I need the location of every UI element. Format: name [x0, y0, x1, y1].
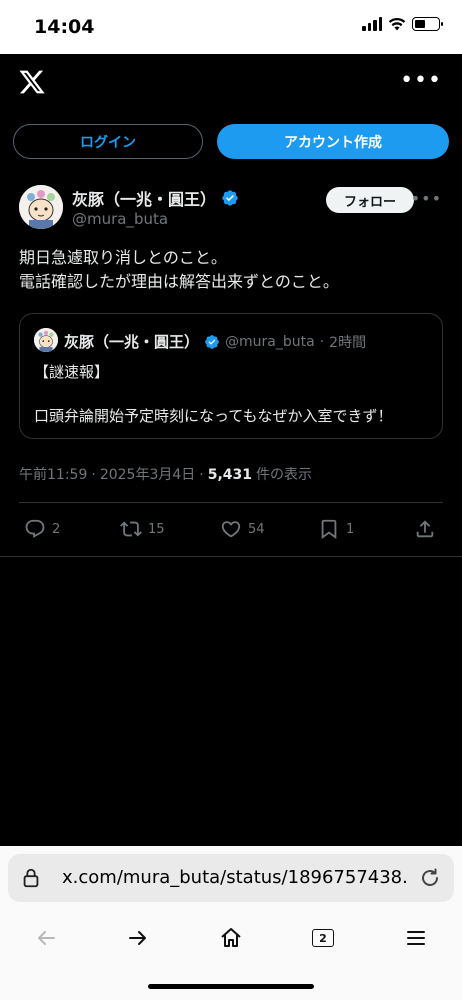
share-button[interactable] — [414, 518, 436, 540]
repost-count: 15 — [148, 521, 165, 537]
battery-level — [415, 20, 425, 28]
meta-separator: · — [91, 467, 96, 483]
reply-icon — [25, 519, 45, 538]
verified-badge-icon — [205, 334, 219, 349]
reply-count: 2 — [52, 521, 61, 537]
repost-button[interactable]: 15 — [120, 518, 165, 540]
bookmark-button[interactable]: 1 — [318, 518, 354, 540]
home-button[interactable] — [217, 924, 245, 952]
status-icons — [362, 17, 443, 31]
menu-icon — [407, 931, 425, 945]
create-account-button[interactable]: アカウント作成 — [217, 124, 449, 159]
browser-toolbar: x.com/mura_buta/status/1896757438... 2 — [0, 846, 462, 1000]
menu-button[interactable] — [402, 924, 430, 952]
bookmark-icon — [321, 519, 337, 540]
tabs-button[interactable]: 2 — [309, 924, 337, 952]
share-icon — [416, 520, 434, 538]
browser-nav: 2 — [0, 918, 462, 958]
home-icon — [221, 928, 241, 947]
tweet-date[interactable]: 2025年3月4日 — [100, 464, 195, 484]
login-button[interactable]: ログイン — [13, 124, 203, 159]
tab-count: 2 — [312, 929, 334, 947]
view-count: 5,431 — [207, 467, 253, 483]
back-button[interactable] — [32, 924, 60, 952]
tweet-time[interactable]: 午前11:59 — [19, 464, 87, 484]
quote-time: 2時間 — [329, 334, 367, 351]
quote-display-name: 灰豚（一兆・圓王） — [64, 333, 200, 351]
tweet-actions: 2 15 54 1 — [0, 510, 462, 554]
forward-button[interactable] — [124, 924, 152, 952]
quote-avatar — [34, 328, 58, 352]
quote-header: 灰豚（一兆・圓王） @mura_buta · 2時間 — [64, 331, 366, 352]
quote-separator: · — [319, 333, 325, 350]
app-header: ••• — [0, 54, 462, 110]
heart-icon — [221, 521, 241, 538]
arrow-right-icon — [129, 931, 146, 945]
follow-button[interactable]: フォロー — [326, 187, 414, 213]
auth-buttons: ログイン アカウント作成 — [13, 124, 449, 159]
x-logo-icon[interactable] — [18, 68, 46, 96]
lock-icon — [23, 868, 39, 888]
cellular-signal-icon — [362, 17, 382, 31]
bookmark-count: 1 — [346, 521, 355, 537]
status-bar: 14:04 — [0, 0, 462, 54]
like-button[interactable]: 54 — [220, 518, 265, 540]
divider — [0, 556, 462, 557]
battery-icon — [412, 17, 443, 31]
tweet-more-icon[interactable]: ••• — [411, 189, 442, 208]
meta-separator: · — [199, 467, 204, 483]
author-handle[interactable]: @mura_buta — [72, 210, 168, 228]
quote-handle: @mura_buta — [225, 333, 315, 350]
url-text[interactable]: x.com/mura_buta/status/1896757438... — [62, 867, 408, 888]
address-bar[interactable]: x.com/mura_buta/status/1896757438... — [8, 854, 454, 902]
reply-button[interactable]: 2 — [24, 518, 60, 540]
author-name-line: 灰豚（一兆・圓王） — [72, 186, 239, 210]
view-count-label: 件の表示 — [256, 467, 313, 483]
like-count: 54 — [248, 521, 265, 537]
tweet-text: 期日急遽取り消しとのこと。 電話確認したが理由は解答出来ずとのこと。 — [19, 248, 339, 291]
arrow-left-icon — [38, 931, 55, 945]
repost-icon — [120, 521, 142, 537]
divider — [19, 502, 443, 503]
avatar[interactable] — [19, 185, 63, 229]
home-indicator — [148, 984, 314, 989]
tweet-meta: 午前11:59 · 2025年3月4日 · 5,431 件の表示 — [19, 464, 312, 484]
reload-icon[interactable] — [418, 866, 442, 890]
display-name[interactable]: 灰豚（一兆・圓王） — [72, 186, 216, 210]
quoted-tweet[interactable]: 灰豚（一兆・圓王） @mura_buta · 2時間 【謎速報】 口頭弁論開始予… — [19, 313, 443, 439]
status-time: 14:04 — [34, 16, 95, 38]
more-options-icon[interactable]: ••• — [400, 68, 442, 93]
quote-text: 【謎速報】 口頭弁論開始予定時刻になってもなぜか入室できず！ — [34, 363, 393, 425]
wifi-icon — [388, 17, 406, 31]
verified-badge-icon — [222, 190, 238, 206]
